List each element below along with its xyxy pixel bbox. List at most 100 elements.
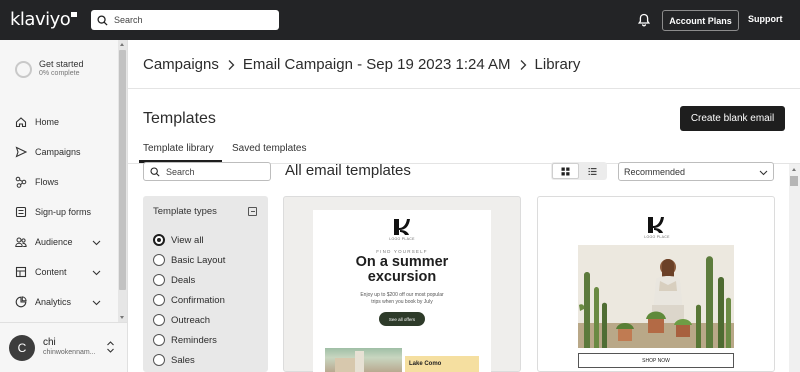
send-icon (15, 146, 27, 158)
filter-option-view-all[interactable]: View all (153, 233, 204, 247)
radio-selected-icon[interactable] (153, 234, 165, 246)
form-icon (15, 206, 27, 218)
create-blank-email-button[interactable]: Create blank email (680, 106, 785, 131)
account-plans-button[interactable]: Account Plans (662, 10, 739, 31)
greenhouse-image (578, 245, 734, 348)
view-toggle (551, 162, 607, 180)
body-line-1: Enjoy up to $200 off our most popular (360, 292, 444, 298)
breadcrumb-email-campaign[interactable]: Email Campaign - Sep 19 2023 1:24 AM (243, 56, 511, 73)
filter-option-label: View all (171, 234, 204, 246)
notifications-bell-icon[interactable] (637, 13, 651, 27)
filter-option-label: Reminders (171, 334, 217, 346)
main-scrollbar[interactable] (789, 164, 800, 372)
sidebar-item-analytics[interactable]: Analytics (0, 291, 116, 313)
account-switcher-chevron-icon[interactable] (106, 340, 115, 354)
sidebar-item-label: Flows (35, 177, 59, 187)
people-icon (15, 237, 27, 247)
tab-saved-templates[interactable]: Saved templates (232, 143, 307, 154)
sidebar-item-signup-forms[interactable]: Sign-up forms (0, 201, 116, 223)
body-line-2: trips when you book by July (371, 299, 433, 305)
logo-text: LOGO PLACE (389, 237, 415, 241)
radio-icon[interactable] (153, 354, 165, 366)
radio-icon[interactable] (153, 254, 165, 266)
global-search[interactable] (91, 10, 279, 30)
sidebar-item-label: Campaigns (35, 147, 81, 157)
collapse-icon[interactable] (248, 207, 257, 216)
filter-option-reminders[interactable]: Reminders (153, 333, 217, 347)
breadcrumb-library: Library (534, 56, 581, 73)
user-email: chinwokennam... (43, 349, 96, 356)
chevron-right-icon (520, 59, 526, 70)
email-headline: On a summer excursion (313, 255, 491, 285)
sidebar-item-label: Audience (35, 237, 73, 247)
filter-option-label: Confirmation (171, 294, 225, 306)
filter-option-confirmation[interactable]: Confirmation (153, 293, 225, 307)
sort-value: Recommended (624, 166, 686, 177)
lake-town-image (325, 348, 402, 372)
radio-icon[interactable] (153, 334, 165, 346)
scrollbar-thumb[interactable] (119, 50, 126, 290)
get-started-progress: 0% complete (39, 70, 80, 77)
chevron-down-icon[interactable] (92, 268, 101, 277)
user-name: chi (43, 337, 56, 348)
tab-template-library[interactable]: Template library (143, 143, 214, 154)
tower-shape (355, 351, 364, 372)
filter-option-label: Outreach (171, 314, 211, 326)
filter-option-sales[interactable]: Sales (153, 353, 195, 367)
template-search-input[interactable] (166, 166, 266, 177)
sidebar-item-label: Content (35, 267, 67, 277)
chevron-right-icon (228, 59, 235, 70)
sort-dropdown[interactable]: Recommended (618, 162, 774, 181)
greenhouse-illustration (578, 245, 734, 348)
sidebar-item-content[interactable]: Content (0, 261, 116, 283)
filter-title: Template types (153, 206, 217, 217)
chevron-down-icon[interactable] (92, 298, 101, 307)
headline-line-1: On a summer (355, 254, 449, 270)
avatar[interactable]: C (9, 335, 35, 361)
template-preview[interactable]: LOGO PLACE FIND YOURSELF On a summer excu… (313, 210, 491, 372)
sidebar-item-audience[interactable]: Audience (0, 231, 116, 253)
list-view-button[interactable] (579, 163, 606, 179)
template-card[interactable]: LOGO PLACE SHOP NOW (537, 196, 775, 372)
sidebar-item-label: Home (35, 117, 60, 127)
logo-placeholder-icon (394, 219, 410, 235)
filter-option-outreach[interactable]: Outreach (153, 313, 210, 327)
global-search-input[interactable] (114, 15, 264, 25)
klaviyo-logo[interactable]: klaviyo (10, 9, 78, 30)
search-icon (97, 14, 108, 26)
library-title: All email templates (285, 162, 411, 179)
get-started-link[interactable]: Get started (39, 59, 84, 69)
chevron-down-icon (759, 170, 768, 176)
home-icon (15, 117, 27, 128)
radio-icon[interactable] (153, 274, 165, 286)
sidebar-item-campaigns[interactable]: Campaigns (0, 141, 116, 163)
radio-icon[interactable] (153, 294, 165, 306)
radio-icon[interactable] (153, 314, 165, 326)
filter-option-deals[interactable]: Deals (153, 273, 195, 287)
grid-view-button[interactable] (552, 163, 579, 179)
sidebar-item-label: Analytics (35, 297, 72, 307)
chevron-down-icon[interactable] (92, 238, 101, 247)
top-bar: klaviyo Account Plans Support (0, 0, 800, 40)
template-search[interactable] (143, 162, 271, 181)
filter-option-label: Basic Layout (171, 254, 226, 266)
breadcrumb-campaigns[interactable]: Campaigns (143, 56, 219, 73)
filter-option-label: Sales (171, 354, 195, 366)
filter-option-basic-layout[interactable]: Basic Layout (153, 253, 225, 267)
scrollbar-thumb[interactable] (790, 176, 798, 186)
destination-title: Lake Como (409, 361, 442, 367)
sidebar-item-home[interactable]: Home (0, 111, 116, 133)
search-icon (150, 166, 160, 177)
destination-card: Lake Como (405, 356, 479, 372)
template-type-filter-panel: Template types View all Basic Layout Dea… (143, 196, 268, 372)
sidebar-item-label: Sign-up forms (35, 207, 92, 217)
sidebar-item-flows[interactable]: Flows (0, 171, 116, 193)
scroll-down-arrow-icon[interactable] (120, 316, 124, 319)
page-title: Templates (143, 110, 216, 127)
support-link[interactable]: Support (748, 14, 783, 24)
scroll-up-arrow-icon[interactable] (792, 168, 796, 171)
logo-flag-icon (71, 12, 78, 17)
sidebar-divider (0, 322, 127, 323)
sidebar-scrollbar[interactable] (118, 40, 127, 322)
scroll-up-arrow-icon[interactable] (120, 43, 124, 46)
